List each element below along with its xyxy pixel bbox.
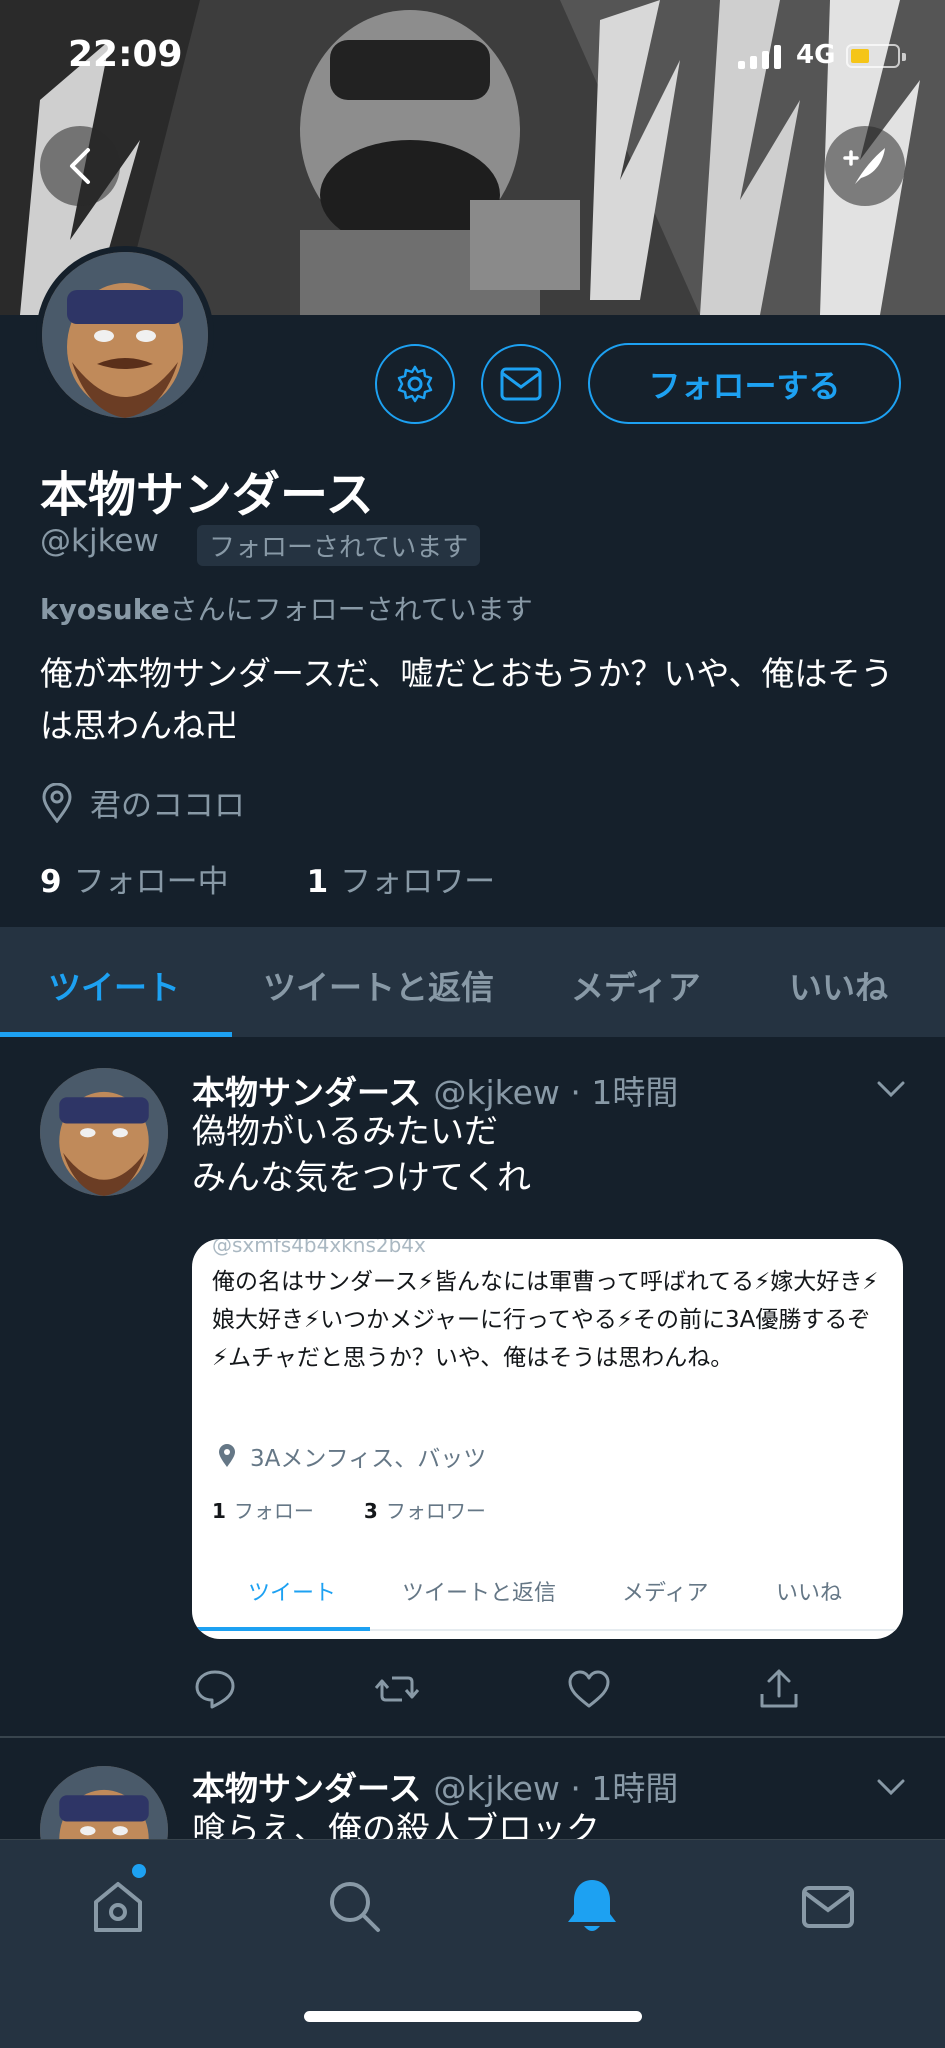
compose-quill-icon [843, 148, 885, 184]
tab-media[interactable]: メディア [571, 961, 701, 1009]
tweet-author-name[interactable]: 本物サンダース [192, 1769, 421, 1808]
tweet-time: · 1時間 [570, 1769, 679, 1808]
embed-handle-partial: @sxmfs4b4xkns2b4x [212, 1239, 426, 1257]
profile-bio: 俺が本物サンダースだ、嘘だとおもうか？いや、俺はそうは思わんね卍 [40, 654, 894, 745]
message-button[interactable] [481, 344, 561, 424]
battery-icon [846, 44, 906, 68]
home-notification-dot [132, 1864, 146, 1878]
tab-likes[interactable]: いいね [789, 961, 888, 1009]
tweet-actions [192, 1666, 832, 1716]
embed-followers-label: フォロワー [385, 1499, 486, 1523]
embed-tab-tweets: ツイート [248, 1581, 337, 1606]
tweet-header: 本物サンダース @kjkew · 1時間 [192, 1762, 678, 1810]
notifications-icon[interactable] [560, 1874, 624, 1938]
followed-by-user[interactable]: kyosuke [40, 593, 170, 626]
messages-icon[interactable] [796, 1874, 860, 1938]
share-icon[interactable] [756, 1666, 802, 1712]
tweet-time: · 1時間 [570, 1073, 679, 1112]
location-text: 君のココロ [90, 788, 245, 824]
tweet-divider [0, 1736, 945, 1738]
location-pin-icon [219, 1444, 235, 1467]
compose-tweet-button[interactable] [825, 126, 905, 206]
embed-location: 3Aメンフィス、バッツ [218, 1439, 486, 1473]
network-type: 4G [796, 40, 836, 70]
profile-avatar[interactable] [36, 246, 214, 424]
tab-tweets-and-replies[interactable]: ツイートと返信 [263, 961, 494, 1009]
tweet-header: 本物サンダース @kjkew · 1時間 [192, 1066, 678, 1114]
gear-icon [397, 365, 433, 403]
search-icon[interactable] [322, 1874, 386, 1938]
home-icon[interactable] [86, 1874, 150, 1938]
following-count: 9 [40, 864, 62, 900]
signal-icon [738, 45, 781, 69]
embed-following-label: フォロー [233, 1499, 314, 1523]
embed-followers-count: 3 [363, 1499, 378, 1523]
embed-tab-replies: ツイートと返信 [402, 1581, 557, 1606]
tweet-text-line-2: みんな気をつけてくれ [192, 1158, 531, 1198]
follow-button[interactable]: フォローする [588, 343, 901, 424]
embed-followers: 3 フォロワー [364, 1495, 486, 1524]
envelope-icon [500, 367, 542, 401]
tweet-avatar[interactable] [40, 1068, 168, 1196]
tweet-image[interactable]: @sxmfs4b4xkns2b4x 俺の名はサンダース⚡皆んなには軍曹って呼ばれ… [192, 1239, 903, 1639]
status-time: 22:09 [68, 34, 183, 75]
follow-stats: 9 フォロー中 1 フォロワー [40, 856, 495, 901]
following-label: フォロー中 [73, 864, 229, 900]
like-heart-icon[interactable] [566, 1666, 612, 1712]
tweet-author-name[interactable]: 本物サンダース [192, 1073, 421, 1112]
embed-active-tab-indicator [192, 1627, 370, 1631]
followers-stat[interactable]: 1 フォロワー [307, 856, 496, 901]
chevron-down-icon[interactable] [876, 1778, 906, 1796]
settings-button[interactable] [375, 344, 455, 424]
status-bar: 22:09 4G [0, 0, 945, 120]
followers-label: フォロワー [340, 864, 496, 900]
embed-following: 1 フォロー [212, 1495, 314, 1524]
embed-location-text: 3Aメンフィス、バッツ [250, 1446, 487, 1472]
tweet-author-handle: @kjkew [433, 1073, 560, 1112]
followed-by-text[interactable]: kyosukeさんにフォローされています [40, 588, 533, 628]
back-button[interactable] [40, 126, 120, 206]
location-pin-icon [42, 782, 72, 823]
embed-stats: 1 フォロー 3 フォロワー [212, 1495, 486, 1524]
follows-you-badge: フォローされています [197, 525, 481, 566]
profile-name: 本物サンダース [40, 467, 374, 523]
embed-following-count: 1 [212, 1499, 226, 1523]
tab-tweets[interactable]: ツイート [48, 961, 180, 1009]
following-stat[interactable]: 9 フォロー中 [40, 856, 229, 901]
tweet-avatar-image [40, 1068, 168, 1196]
chevron-down-icon[interactable] [876, 1080, 906, 1098]
followers-count: 1 [306, 864, 329, 900]
profile-tabs: ツイート ツイートと返信 メディア いいね [0, 927, 945, 1037]
avatar-image [42, 252, 208, 418]
profile-location: 君のココロ [40, 780, 245, 825]
back-arrow-icon [70, 148, 90, 184]
tweet-text-line-1: 偽物がいるみたいだ [192, 1112, 498, 1152]
followed-by-suffix: さんにフォローされています [169, 593, 533, 626]
embed-bio: 俺の名はサンダース⚡皆んなには軍曹って呼ばれてる⚡嫁大好き⚡娘大好き⚡いつかメジ… [212, 1269, 879, 1371]
retweet-icon[interactable] [374, 1666, 420, 1712]
embed-tab-media: メディア [622, 1581, 709, 1606]
reply-icon[interactable] [192, 1666, 238, 1712]
tweet-author-handle: @kjkew [433, 1769, 560, 1808]
embed-tab-likes: いいね [776, 1581, 843, 1606]
profile-handle: @kjkew [40, 523, 159, 559]
home-indicator[interactable] [304, 2011, 642, 2022]
